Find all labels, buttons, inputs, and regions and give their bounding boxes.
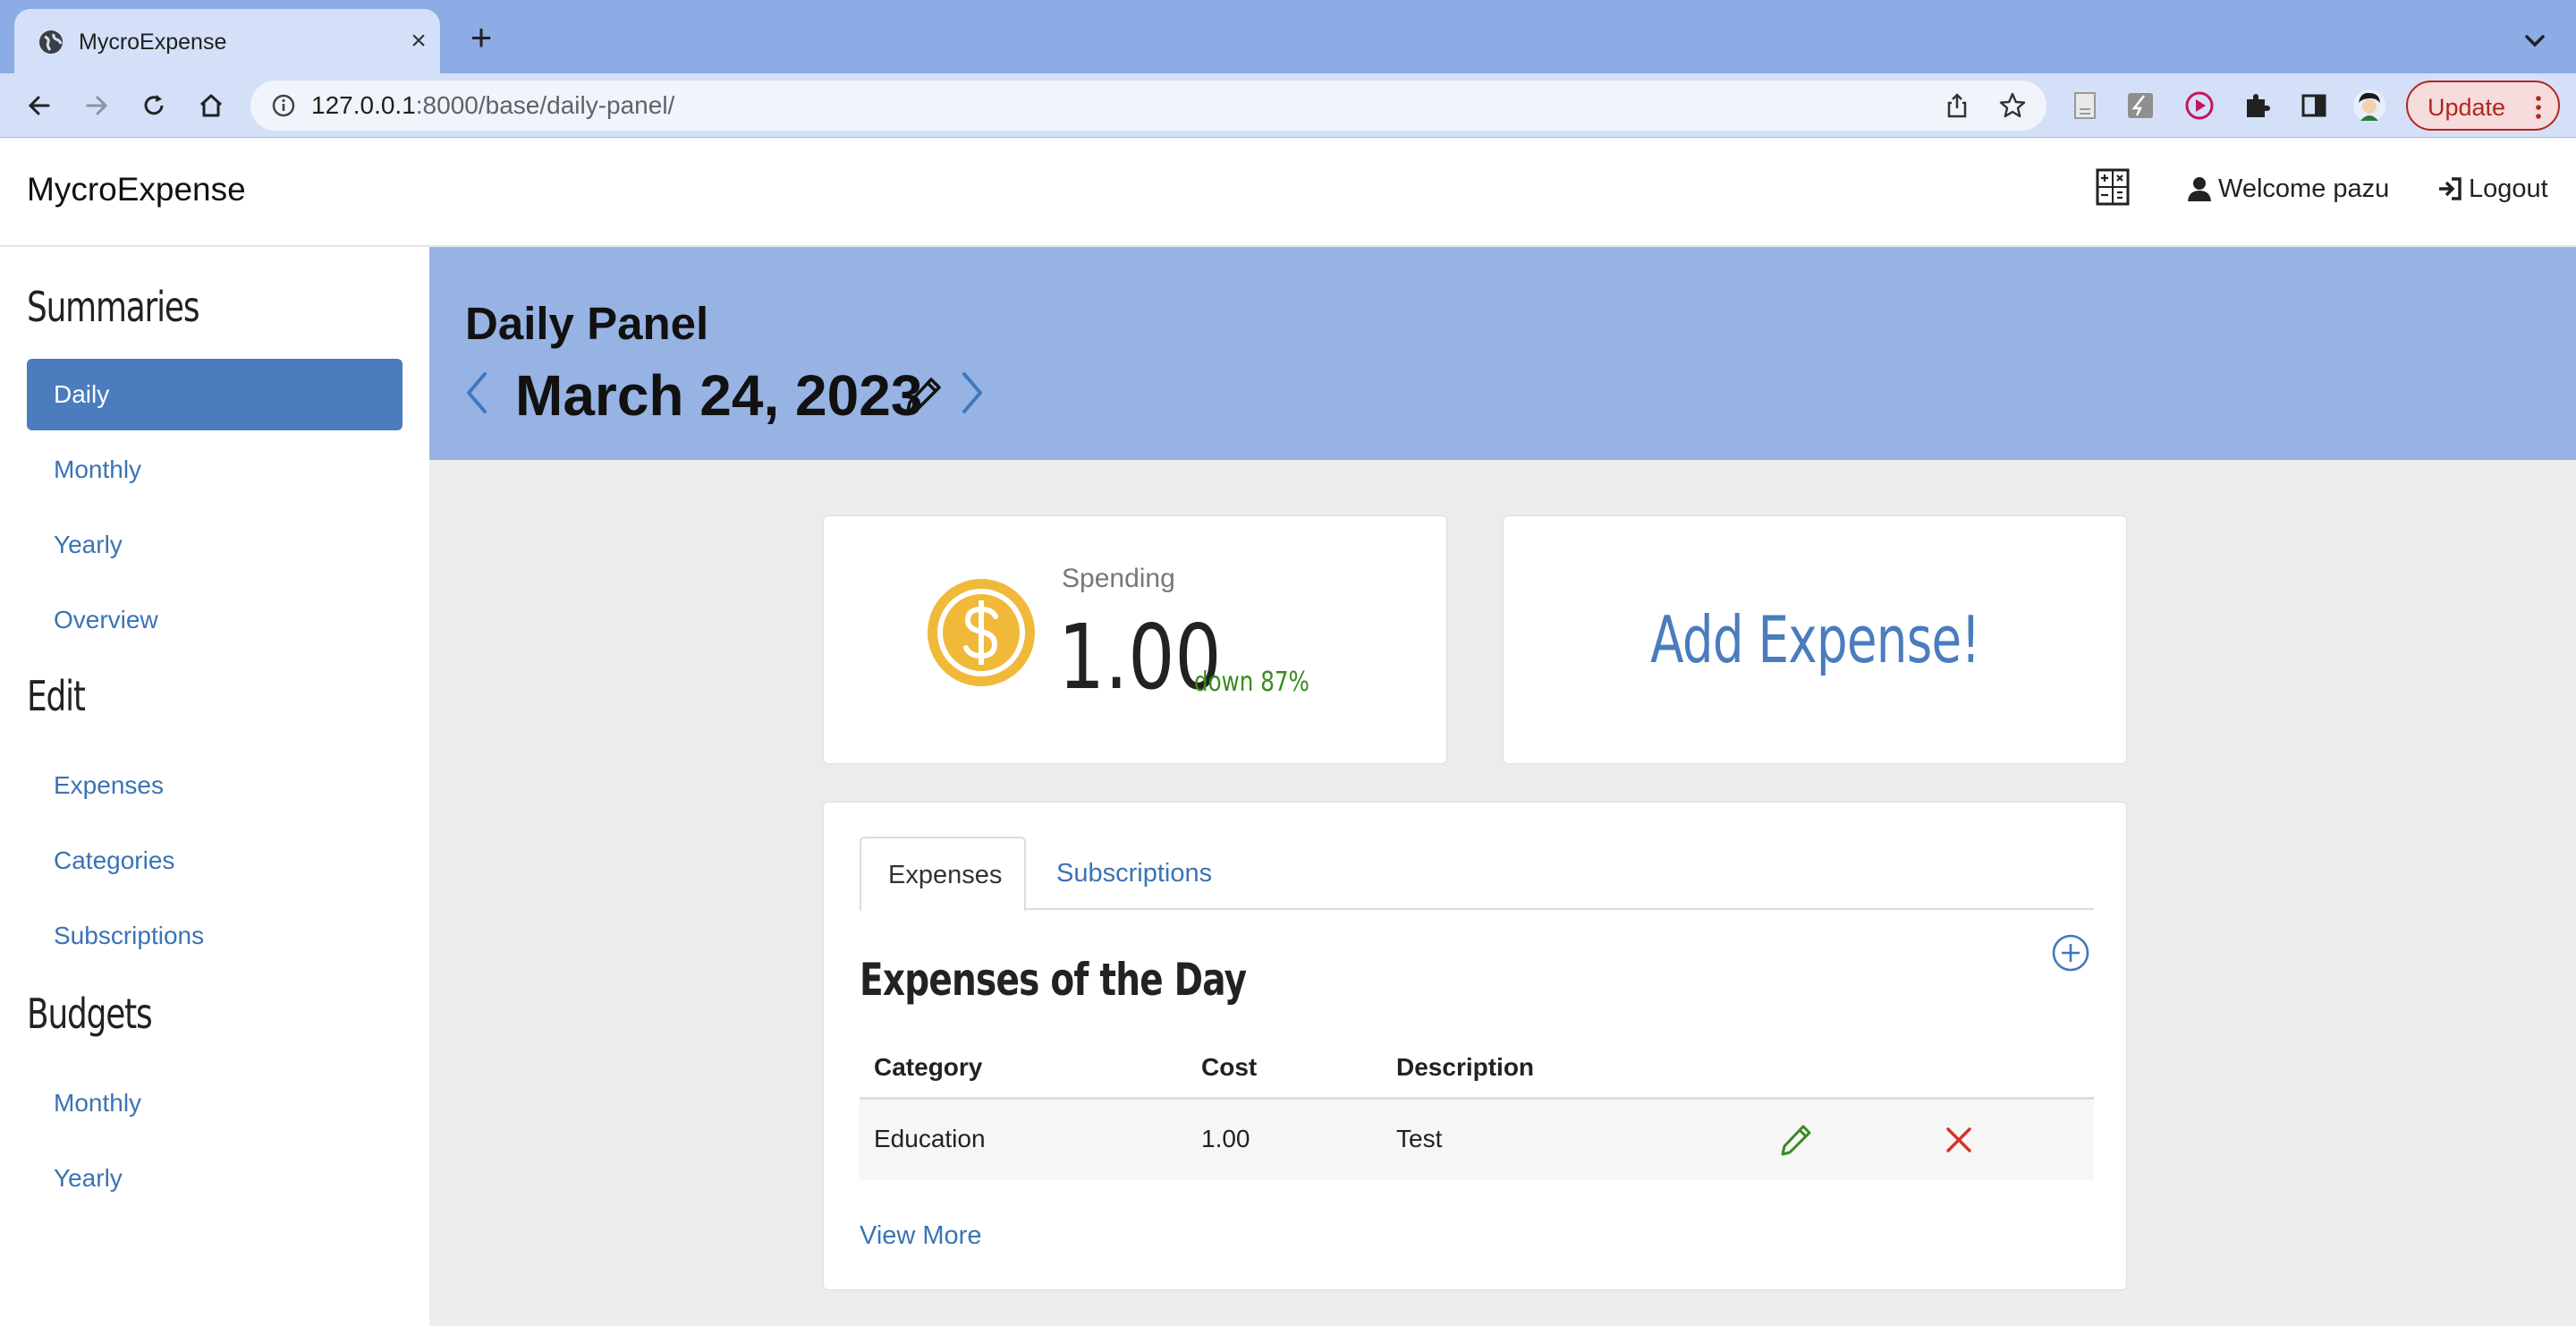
sidebar-item-monthly[interactable]: Monthly — [27, 434, 402, 506]
table-header: Category Cost Description — [860, 1037, 2094, 1100]
globe-icon — [39, 30, 63, 54]
page-title: Daily Panel — [465, 298, 709, 349]
more-vertical-icon[interactable] — [2529, 93, 2547, 122]
logout-label: Logout — [2469, 174, 2548, 203]
spending-label: Spending — [1062, 564, 1175, 593]
new-tab-icon[interactable]: + — [462, 19, 501, 59]
dollar-coin-icon — [928, 579, 1035, 686]
browser-tab-strip: MycroExpense × + — [0, 0, 2576, 73]
expenses-card: Expenses Subscriptions Expenses of the D… — [823, 802, 2127, 1290]
sidebar-item-yearly[interactable]: Yearly — [27, 509, 402, 581]
browser-toolbar: 127.0.0.1:8000/base/daily-panel/ Update — [0, 73, 2576, 138]
home-icon[interactable] — [191, 86, 231, 125]
table-row: Education 1.00 Test — [860, 1100, 2094, 1180]
plus-circle-icon[interactable] — [2051, 933, 2090, 973]
browser-tab[interactable]: MycroExpense × — [14, 9, 440, 73]
address-bar[interactable]: 127.0.0.1:8000/base/daily-panel/ — [250, 81, 2046, 131]
chevron-left-icon[interactable] — [463, 369, 490, 417]
current-date: March 24, 2023 — [515, 363, 923, 428]
add-expense-label: Add Expense! — [1649, 602, 1980, 677]
sidebar: Summaries Daily Monthly Yearly Overview … — [0, 247, 429, 1326]
update-label: Update — [2428, 94, 2506, 121]
page-header: Daily Panel March 24, 2023 — [429, 247, 2576, 460]
chevron-right-icon[interactable] — [959, 369, 986, 417]
welcome-user-link[interactable]: Welcome pazu — [2186, 173, 2389, 205]
edit-pencil-icon[interactable] — [1779, 1123, 1813, 1157]
share-icon[interactable] — [1943, 91, 1971, 120]
calculator-icon[interactable] — [2095, 167, 2131, 207]
brand-logo[interactable]: MycroExpense — [27, 170, 246, 209]
info-icon[interactable] — [270, 92, 297, 119]
update-button[interactable]: Update — [2406, 81, 2560, 131]
profile-avatar-icon[interactable] — [2352, 89, 2386, 123]
reload-icon[interactable] — [134, 86, 174, 125]
sidebar-heading-budgets: Budgets — [27, 990, 153, 1038]
chevron-down-icon[interactable] — [2517, 23, 2553, 59]
sidebar-heading-summaries: Summaries — [27, 283, 200, 331]
add-expense-card: Add Expense! — [1503, 515, 2127, 764]
back-icon[interactable] — [20, 86, 59, 125]
spending-card: Spending 1.00 down 87% — [823, 515, 1447, 764]
sidebar-item-budget-yearly[interactable]: Yearly — [27, 1143, 402, 1214]
column-header-category: Category — [874, 1053, 983, 1081]
cell-cost: 1.00 — [1201, 1125, 1250, 1152]
sidebar-heading-edit: Edit — [27, 672, 86, 720]
bookmark-star-icon[interactable] — [1998, 91, 2027, 120]
browser-tab-title: MycroExpense — [79, 30, 227, 55]
logout-icon — [2439, 177, 2462, 200]
tab-subscriptions[interactable]: Subscriptions — [1030, 837, 1239, 912]
sidebar-item-expenses[interactable]: Expenses — [27, 750, 402, 821]
sidebar-item-daily[interactable]: Daily — [27, 359, 402, 430]
pencil-icon[interactable] — [903, 374, 945, 415]
url-text[interactable]: 127.0.0.1:8000/base/daily-panel/ — [311, 91, 674, 120]
tab-expenses[interactable]: Expenses — [860, 837, 1026, 912]
close-tab-icon[interactable]: × — [401, 23, 436, 59]
section-title: Expenses of the Day — [860, 954, 1247, 1006]
column-header-cost: Cost — [1201, 1053, 1258, 1081]
cell-description: Test — [1396, 1125, 1443, 1152]
user-icon — [2188, 177, 2211, 201]
delete-x-icon[interactable] — [1944, 1125, 1974, 1155]
column-header-description: Description — [1396, 1053, 1535, 1081]
logout-link[interactable]: Logout — [2436, 173, 2548, 205]
play-extension-icon[interactable] — [2182, 89, 2216, 123]
sidebar-item-budget-monthly[interactable]: Monthly — [27, 1067, 402, 1139]
url-host: 127.0.0.1 — [311, 91, 416, 119]
document-extension-icon[interactable] — [2068, 89, 2102, 123]
sidebar-item-subscriptions[interactable]: Subscriptions — [27, 900, 402, 972]
tab-bar: Expenses Subscriptions — [860, 837, 2094, 912]
add-expense-button[interactable]: Add Expense! — [1504, 516, 2126, 763]
bolt-extension-icon[interactable] — [2123, 89, 2157, 123]
expenses-table: Category Cost Description Education 1.00… — [860, 1037, 2094, 1180]
spending-change: down 87% — [1194, 667, 1309, 698]
puzzle-extensions-icon[interactable] — [2240, 89, 2274, 123]
forward-icon[interactable] — [77, 86, 116, 125]
cell-category: Education — [874, 1125, 986, 1152]
app-navbar: MycroExpense Welcome pazu Logout — [0, 139, 2576, 246]
sidebar-item-overview[interactable]: Overview — [27, 584, 402, 656]
url-path: :8000/base/daily-panel/ — [415, 91, 675, 119]
side-panel-icon[interactable] — [2297, 89, 2331, 123]
sidebar-item-categories[interactable]: Categories — [27, 825, 402, 897]
view-more-link[interactable]: View More — [860, 1220, 981, 1252]
welcome-label: Welcome pazu — [2218, 174, 2390, 203]
